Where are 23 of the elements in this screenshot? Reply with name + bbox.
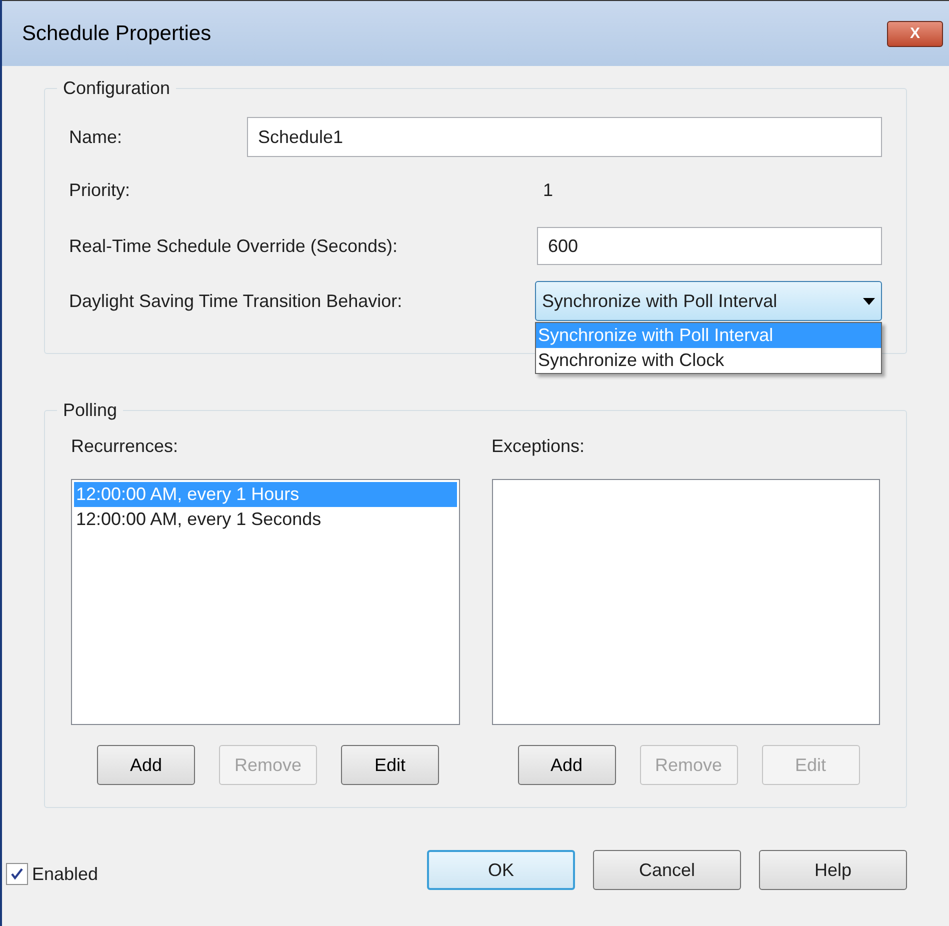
- dropdown-option[interactable]: Synchronize with Clock: [536, 348, 881, 373]
- list-label: Exceptions:: [492, 435, 586, 457]
- dialog-button[interactable]: Cancel: [593, 850, 741, 890]
- enabled-checkbox[interactable]: [6, 863, 28, 885]
- name-field[interactable]: Schedule1: [247, 117, 882, 157]
- dropdown[interactable]: Synchronize with Poll Interval: [535, 281, 882, 321]
- check-icon: [10, 867, 24, 881]
- dialog-button[interactable]: Add: [97, 745, 195, 785]
- checkbox-label: Enabled: [32, 862, 98, 886]
- dialog-button[interactable]: Help: [759, 850, 907, 890]
- caret-icon: [863, 298, 875, 304]
- field-label: Real-Time Schedule Override (Seconds):: [69, 234, 398, 258]
- field-label: Priority:: [69, 178, 132, 202]
- dialog-button[interactable]: Edit: [341, 745, 439, 785]
- dialog-button[interactable]: OK: [427, 850, 575, 890]
- priority-value: 1: [543, 178, 554, 202]
- field-label: Daylight Saving Time Transition Behavior:: [69, 290, 404, 313]
- list-item[interactable]: 12:00:00 AM, every 1 Seconds: [74, 507, 456, 532]
- dialog-button[interactable]: Add: [518, 745, 616, 785]
- field-label: Name:: [69, 126, 124, 148]
- list-label: Recurrences:: [71, 435, 180, 457]
- window-title: Schedule Properties: [22, 20, 212, 47]
- override-field[interactable]: 600: [537, 227, 882, 265]
